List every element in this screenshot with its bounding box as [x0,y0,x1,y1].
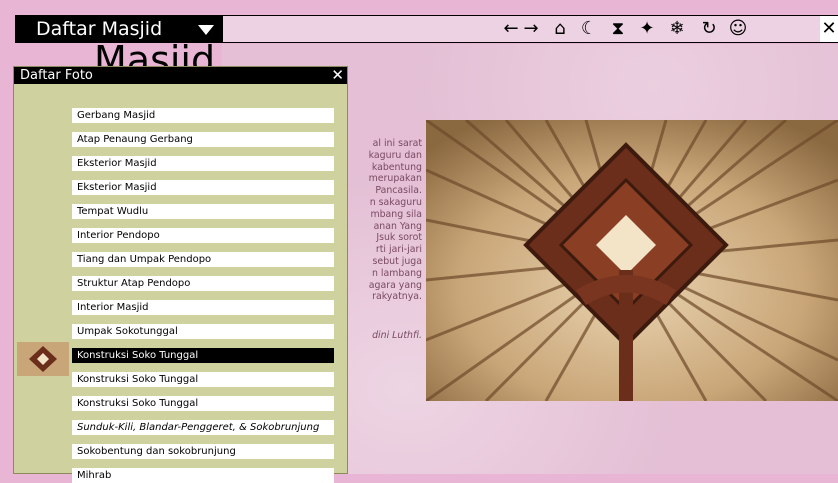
article-line: rti jari-jari [375,244,422,256]
thumbnail-illustration [17,342,69,376]
smiley-icon[interactable]: ☺ [727,18,749,40]
close-icon[interactable]: ✕ [820,16,838,42]
photo-credit: dini Luthfi. [372,330,422,341]
photo-list-item[interactable]: Gerbang Masjid [72,108,334,123]
article-line: kabentung [371,161,422,173]
toolbar: ← → ⌂ ☾ ⧗ ✦ ❄ ↻ ☺ ✕ [222,15,838,43]
dropdown-label: Daftar Masjid [36,18,163,40]
article-line: kaguru dan [368,149,422,161]
photo-list-item[interactable]: Sokobentung dan sokobrunjung [72,444,334,459]
article-text: al ini sarat kaguru dan kabentung merupa… [338,138,422,303]
close-icon[interactable]: ✕ [331,67,344,83]
snowflake-icon[interactable]: ❄ [666,18,688,40]
article-line: sebut juga [372,255,422,267]
hourglass-icon[interactable]: ⧗ [607,18,629,40]
forward-icon[interactable]: → [520,18,542,40]
photo-list-panel: Daftar Foto ✕ Gerbang Masjid Atap Penaung… [13,66,348,483]
home-icon[interactable]: ⌂ [549,18,571,40]
photo-list-item[interactable]: Interior Masjid [72,300,334,315]
photo-list-item[interactable]: Struktur Atap Pendopo [72,276,334,291]
photo-list-item[interactable]: Konstruksi Soko Tunggal [72,396,334,411]
photo-list-item[interactable]: Tempat Wudlu [72,204,334,219]
article-line: Pancasila. [375,185,422,197]
photo-list-item[interactable]: Sunduk-Kili, Blandar-Penggeret, & Sokobr… [72,420,334,435]
article-line: n sakaguru [369,196,422,208]
selected-photo-thumbnail[interactable] [17,342,69,376]
photo-list-item[interactable]: Konstruksi Soko Tunggal [72,372,334,387]
refresh-icon[interactable]: ↻ [698,18,720,40]
back-icon[interactable]: ← [500,18,522,40]
article-line: anan Yang [373,220,422,232]
mosque-roof-photo [426,120,838,401]
photo-list-item[interactable]: Eksterior Masjid [72,156,334,171]
mosque-list-dropdown[interactable]: Daftar Masjid [15,15,222,43]
article-line: Jsuk sorot [376,232,422,244]
photo-list-item[interactable]: Tiang dan Umpak Pendopo [72,252,334,267]
article-line: mbang sila [370,208,422,220]
top-bar: Daftar Masjid ← → ⌂ ☾ ⧗ ✦ ❄ ↻ ☺ ✕ [0,0,838,44]
photo-list-item[interactable]: Umpak Sokotunggal [72,324,334,339]
panel-header: Daftar Foto ✕ [14,67,347,84]
photo-list-item[interactable]: Mihrab [72,468,334,483]
article-line: al ini sarat [372,138,422,149]
photo-list-item[interactable]: Konstruksi Soko Tunggal [72,348,334,363]
photo-list-item[interactable]: Interior Pendopo [72,228,334,243]
moon-icon[interactable]: ☾ [578,18,600,40]
photo-list-item[interactable]: Eksterior Masjid [72,180,334,195]
panel-title: Daftar Foto [20,68,93,83]
page-heading: Masjid [94,40,216,66]
article-line: agara yang [368,279,422,291]
article-line: n lambang [372,267,422,279]
photo-list-item[interactable]: Atap Penaung Gerbang [72,132,334,147]
caret-down-icon [198,25,214,35]
article-line: merupakan [368,173,422,185]
compass-icon[interactable]: ✦ [636,18,658,40]
article-line: rakyatnya. [372,291,422,303]
photo-illustration [426,120,838,401]
